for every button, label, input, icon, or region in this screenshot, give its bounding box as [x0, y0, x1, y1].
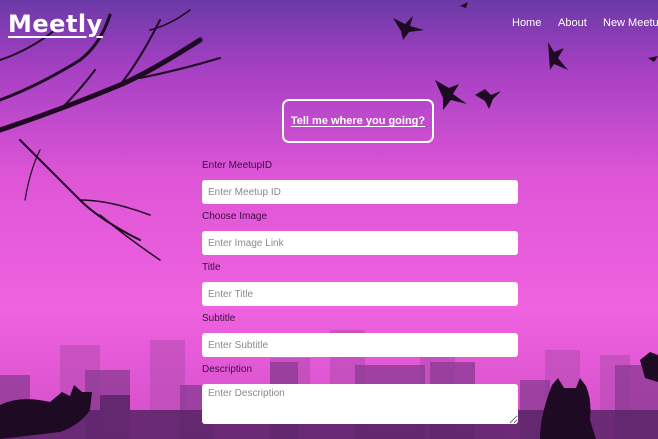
subtitle-input[interactable] — [202, 333, 518, 357]
brand-logo[interactable]: Meetly — [8, 10, 103, 38]
meetup-id-label: Enter MeetupID — [202, 160, 273, 171]
navbar: Meetly Home About New Meetup — [0, 0, 658, 50]
nav-home-link[interactable]: Home — [512, 17, 541, 29]
nav-about-link[interactable]: About — [558, 17, 587, 29]
description-textarea[interactable] — [202, 384, 518, 424]
image-link-input[interactable] — [202, 231, 518, 255]
title-label: Title — [202, 262, 221, 273]
title-input[interactable] — [202, 282, 518, 306]
new-meetup-form: Enter MeetupID Choose Image Title Subtit… — [202, 158, 520, 429]
description-label: Description — [202, 364, 253, 375]
subtitle-label: Subtitle — [202, 313, 236, 324]
image-label: Choose Image — [202, 211, 268, 222]
nav-new-meetup-link[interactable]: New Meetup — [603, 17, 658, 29]
meetup-id-input[interactable] — [202, 180, 518, 204]
tagline-text: Tell me where you going? — [290, 115, 426, 127]
tagline-box: Tell me where you going? — [282, 99, 434, 143]
